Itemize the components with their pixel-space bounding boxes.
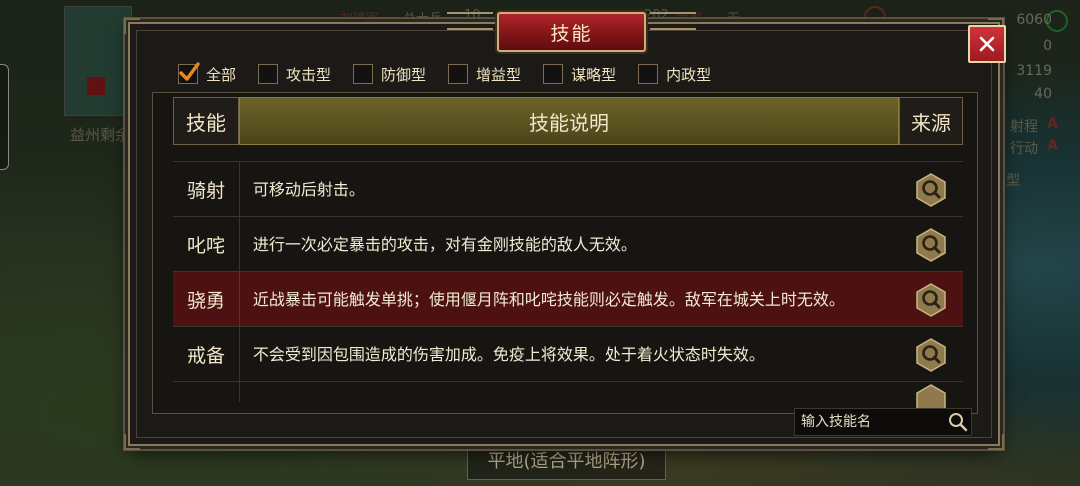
dialog-title-plate: 技能 [447, 12, 696, 52]
checkbox[interactable] [258, 64, 279, 84]
filter-label: 全部 [206, 65, 237, 84]
skills-dialog: 技能 全部 攻击型 防御型 增益型 谋略型 内政型 技能 技能说明 来源 骑射 … [124, 12, 1006, 450]
filter-label: 攻击型 [286, 65, 332, 84]
filter-label: 防御型 [381, 65, 427, 84]
checkbox[interactable] [638, 64, 659, 84]
checkbox-checked[interactable] [178, 62, 200, 84]
skill-description: 近战暴击可能触发单挑；使用偃月阵和叱咤技能则必定触发。敌军在城关上时无效。 [252, 290, 845, 309]
magnifier-icon[interactable] [914, 282, 948, 317]
filter-attack[interactable]: 攻击型 [258, 64, 331, 85]
skill-name: 骑射 [173, 162, 240, 217]
search-icon[interactable] [947, 411, 969, 433]
dialog-title: 技能 [550, 22, 593, 45]
filter-label: 增益型 [476, 65, 522, 84]
frame-corner [988, 434, 1004, 450]
table-row[interactable]: 骑射 可移动后射击。 [173, 161, 963, 217]
filter-buff[interactable]: 增益型 [448, 64, 521, 85]
filter-label: 内政型 [666, 65, 712, 84]
checkmark-icon [179, 62, 200, 81]
skills-table: 技能 技能说明 来源 骑射 可移动后射击。 叱咤 进行一次必定暴击的攻击，对有金… [152, 92, 978, 414]
table-header: 技能 技能说明 来源 [173, 97, 963, 145]
terrain-label: 平地(适合平地阵形) [467, 444, 666, 480]
close-button[interactable] [968, 25, 1006, 63]
magnifier-icon[interactable] [914, 172, 948, 207]
table-row-partial[interactable] [173, 381, 963, 411]
skill-name: 戒备 [173, 327, 240, 382]
table-row[interactable]: 叱咤 进行一次必定暴击的攻击，对有金刚技能的敌人无效。 [173, 216, 963, 272]
skills-list[interactable]: 骑射 可移动后射击。 叱咤 进行一次必定暴击的攻击，对有金刚技能的敌人无效。 骁… [173, 161, 963, 411]
checkbox[interactable] [543, 64, 564, 84]
filter-domestic[interactable]: 内政型 [638, 64, 711, 85]
filter-label: 谋略型 [571, 65, 617, 84]
skill-search-input[interactable] [795, 413, 943, 431]
skill-type-filters: 全部 攻击型 防御型 增益型 谋略型 内政型 [178, 62, 733, 85]
side-drawer-handle[interactable] [0, 64, 9, 170]
magnifier-icon[interactable] [914, 227, 948, 262]
frame-corner [124, 18, 140, 34]
header-description: 技能说明 [239, 97, 899, 145]
skill-search-box[interactable] [794, 408, 972, 436]
skill-name: 叱咤 [173, 217, 240, 272]
filter-defense[interactable]: 防御型 [353, 64, 426, 85]
frame-corner [124, 434, 140, 450]
header-source: 来源 [899, 97, 963, 145]
title-ornament [650, 12, 696, 30]
title-ornament [447, 12, 493, 30]
skill-description: 可移动后射击。 [252, 180, 365, 199]
skill-name: 骁勇 [173, 272, 240, 327]
skill-description: 进行一次必定暴击的攻击，对有金刚技能的敌人无效。 [252, 235, 637, 254]
filter-all[interactable]: 全部 [178, 62, 237, 85]
skill-description: 不会受到因包围造成的伤害加成。免疫上将效果。处于着火状态时失效。 [252, 345, 765, 364]
skill-name-cut [173, 382, 240, 402]
magnifier-icon[interactable] [914, 384, 948, 411]
table-row-selected[interactable]: 骁勇 近战暴击可能触发单挑；使用偃月阵和叱咤技能则必定触发。敌军在城关上时无效。 [173, 271, 963, 327]
header-skill[interactable]: 技能 [173, 97, 239, 145]
checkbox[interactable] [353, 64, 374, 84]
close-icon [979, 36, 995, 52]
filter-strategy[interactable]: 谋略型 [543, 64, 616, 85]
table-row[interactable]: 戒备 不会受到因包围造成的伤害加成。免疫上将效果。处于着火状态时失效。 [173, 326, 963, 382]
checkbox[interactable] [448, 64, 469, 84]
